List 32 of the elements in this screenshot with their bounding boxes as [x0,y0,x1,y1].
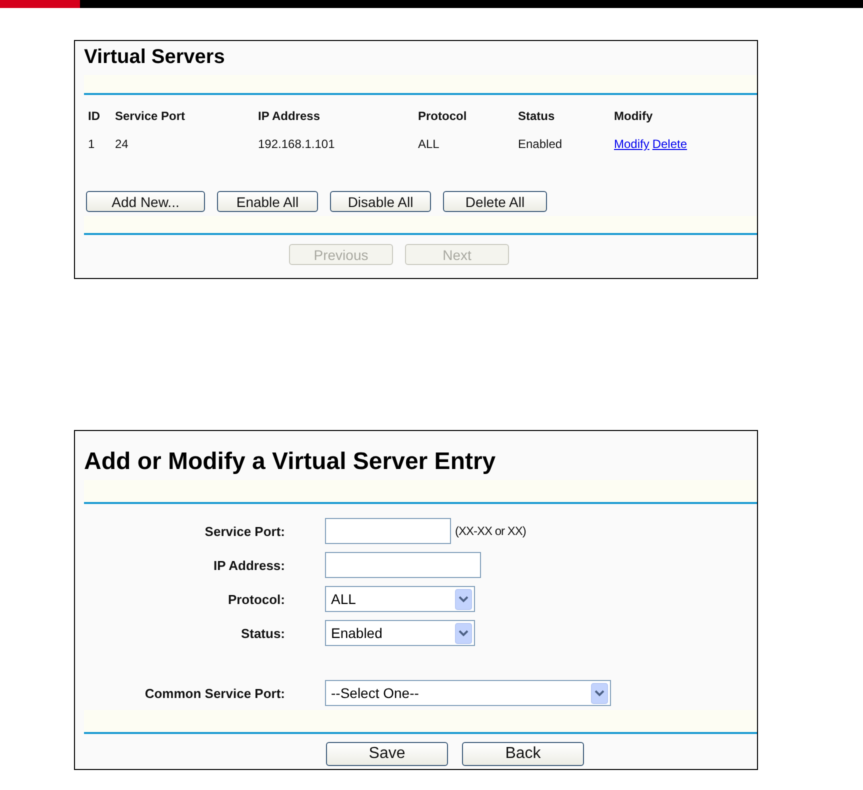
modify-link[interactable]: Modify [614,137,650,151]
panel-title: Add or Modify a Virtual Server Entry [83,447,497,476]
column-header: IP Address [258,109,322,123]
format-hint: (XX-XX or XX) [455,524,526,538]
column-header: ID [88,109,101,123]
save-button[interactable]: Save [326,742,448,766]
column-header: Service Port [115,109,186,123]
dropdown-field[interactable]: Enabled [325,620,475,646]
column-header: Status [518,109,556,123]
dropdown-field[interactable]: ALL [325,586,475,612]
dropdown-field[interactable]: --Select One-- [325,680,611,706]
table-cell-text: 192.168.1.101 [258,137,336,151]
text-field[interactable] [325,552,481,578]
back-button[interactable]: Back [462,742,584,766]
table-cell-text: Enabled [518,137,564,151]
table-cell-text: 1 [88,137,96,151]
action-button[interactable]: Enable All [217,191,318,212]
field-label: Common Service Port: [144,686,285,700]
panel-title: Virtual Servers [83,45,226,69]
action-button[interactable]: Add New... [86,191,205,212]
column-header: Protocol [418,109,468,123]
field-label: Status: [240,626,285,640]
column-header: Modify [614,109,654,123]
table-cell-text: 24 [115,137,130,151]
table-cell-text: ALL [418,137,440,151]
delete-link[interactable]: Delete [652,137,688,151]
field-label: Protocol: [226,592,285,606]
field-label: IP Address: [212,558,285,572]
text-field[interactable] [325,518,451,544]
field-label: Service Port: [204,524,285,538]
action-button[interactable]: Delete All [443,191,547,212]
action-button[interactable]: Disable All [330,191,431,212]
